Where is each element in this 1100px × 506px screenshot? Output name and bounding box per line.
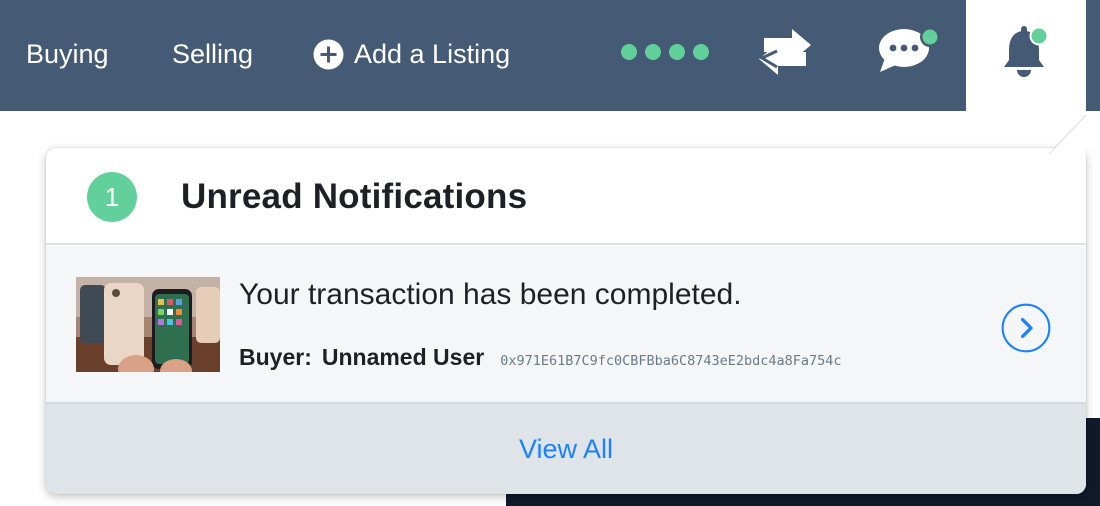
dot bbox=[693, 44, 709, 60]
network-dots-icon[interactable] bbox=[621, 44, 709, 60]
dropdown-caret bbox=[1048, 114, 1086, 154]
buyer-name: Unnamed User bbox=[321, 344, 485, 370]
add-listing-button[interactable]: Add a Listing bbox=[313, 34, 510, 74]
dot bbox=[645, 44, 661, 60]
notification-message: Your transaction has been completed. bbox=[239, 278, 742, 311]
chevron-right-icon[interactable] bbox=[996, 303, 1056, 353]
notifications-dropdown: 1 Unread Notifications Your transaction … bbox=[46, 148, 1086, 494]
dot bbox=[669, 44, 685, 60]
buyer-address: 0x971E61B7C9fc0CBFBba6C8743eE2bdc4a8Fa75… bbox=[500, 353, 842, 369]
add-listing-label: Add a Listing bbox=[354, 39, 511, 69]
nav-selling-link[interactable]: Selling bbox=[172, 34, 253, 74]
view-all-link[interactable]: View All bbox=[46, 404, 1086, 494]
dropdown-header: 1 Unread Notifications bbox=[46, 148, 1086, 245]
dot bbox=[621, 44, 637, 60]
bell-icon bbox=[1004, 26, 1049, 77]
transfer-icon[interactable] bbox=[756, 26, 814, 76]
unread-count-badge: 1 bbox=[87, 172, 137, 222]
dropdown-title: Unread Notifications bbox=[181, 177, 528, 216]
notifications-tab[interactable] bbox=[966, 0, 1086, 111]
notification-item[interactable]: Your transaction has been completed. Buy… bbox=[46, 246, 1086, 404]
notification-meta: Buyer: Unnamed User 0x971E61B7C9fc0CBFBb… bbox=[239, 344, 842, 374]
chat-icon[interactable] bbox=[876, 24, 942, 76]
top-navbar: Buying Selling Add a Listing bbox=[0, 0, 1100, 111]
plus-circle-icon bbox=[313, 39, 344, 69]
nav-buying-link[interactable]: Buying bbox=[26, 34, 109, 74]
phone-listing-thumbnail bbox=[76, 277, 220, 372]
buyer-label: Buyer: bbox=[239, 344, 312, 370]
